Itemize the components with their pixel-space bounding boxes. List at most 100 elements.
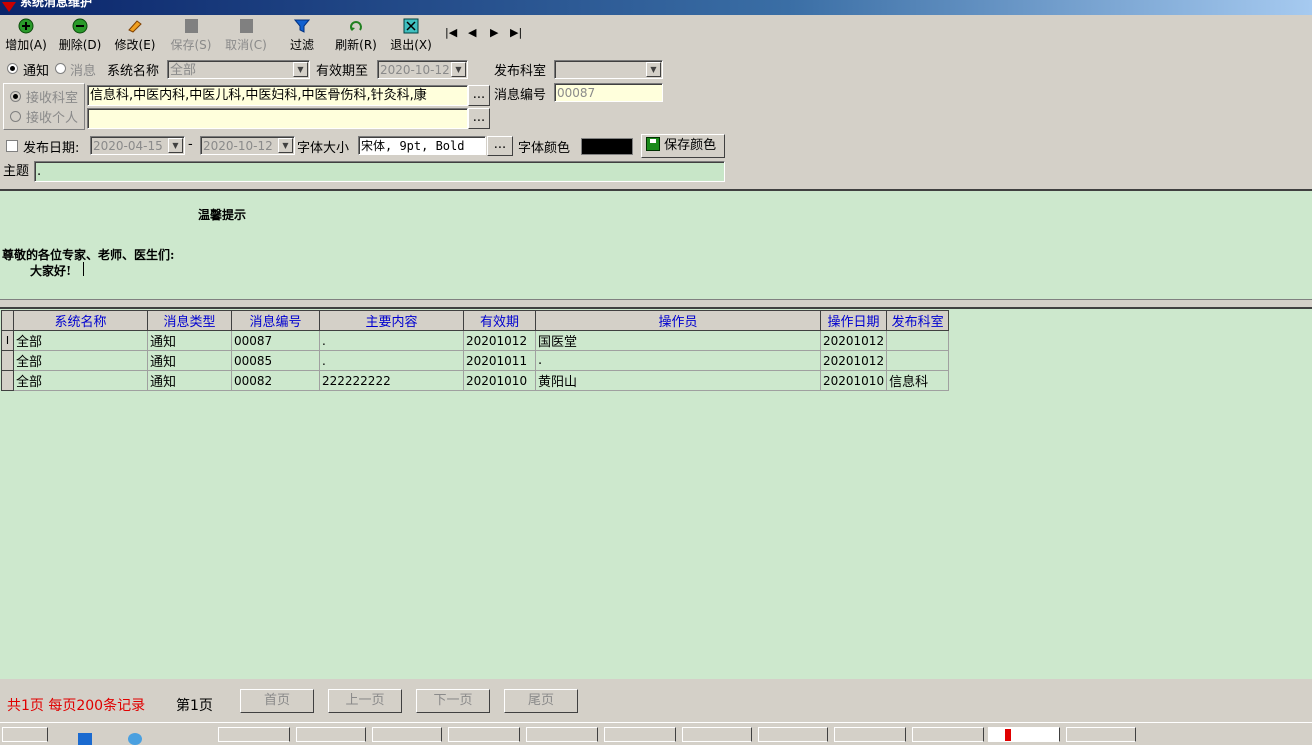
recv-dept-browse-button[interactable]: ... <box>468 85 490 106</box>
taskbar-item-active[interactable] <box>988 727 1060 742</box>
cell[interactable]: . <box>319 330 464 351</box>
cell[interactable]: 20201011 <box>463 350 536 371</box>
col-message-type[interactable]: 消息类型 <box>147 310 232 331</box>
col-system-name[interactable]: 系统名称 <box>13 310 148 331</box>
subject-field[interactable]: . <box>34 161 725 182</box>
recv-dept-field[interactable]: 信息科,中医内科,中医儿科,中医妇科,中医骨伤科,针灸科,康 <box>87 85 468 106</box>
cell[interactable]: 通知 <box>147 330 232 351</box>
cell[interactable] <box>886 330 950 351</box>
chevron-down-icon: ▼ <box>278 138 293 153</box>
table-row[interactable]: I 全部 通知 00087 . 20201012 国医堂 20201012 <box>1 330 950 351</box>
next-record-icon[interactable]: ▶ <box>490 26 498 39</box>
col-publish-dept[interactable]: 发布科室 <box>886 310 950 331</box>
font-browse-button[interactable]: ... <box>487 136 513 156</box>
recv-dept-radio[interactable] <box>10 91 21 102</box>
cell[interactable]: 全部 <box>13 370 148 391</box>
font-color-label: 字体颜色 <box>518 141 571 156</box>
col-op-date[interactable]: 操作日期 <box>819 310 888 331</box>
taskbar-item[interactable] <box>526 727 598 742</box>
valid-until-field[interactable]: 2020-10-12 ▼ <box>377 60 468 79</box>
cell[interactable]: 20201012 <box>819 330 888 351</box>
edit-button[interactable]: 修改(E) <box>110 18 160 53</box>
filter-button[interactable]: 过滤 <box>277 18 327 53</box>
cell[interactable]: 通知 <box>147 350 232 371</box>
cell[interactable]: 00085 <box>231 350 320 371</box>
message-grid: 系统名称 消息类型 消息编号 主要内容 有效期 操作员 操作日期 发布科室 I … <box>0 307 1312 679</box>
editor-heading: 温馨提示 <box>198 208 247 222</box>
cancel-button[interactable]: 取消(C) <box>221 18 271 53</box>
first-record-icon[interactable]: |◀ <box>445 26 457 39</box>
cell[interactable]: 20201010 <box>463 370 536 391</box>
recv-person-field[interactable] <box>87 108 468 129</box>
delete-button[interactable]: 删除(D) <box>55 18 105 53</box>
message-editor[interactable]: 温馨提示 尊敬的各位专家、老师、医生们: 大家好! <box>0 189 1312 300</box>
notice-radio[interactable] <box>7 63 18 74</box>
col-content[interactable]: 主要内容 <box>319 310 464 331</box>
cell[interactable]: . <box>319 350 464 371</box>
taskbar-item[interactable] <box>758 727 828 742</box>
cancel-icon <box>238 18 254 34</box>
publish-date-checkbox[interactable] <box>6 140 18 152</box>
taskbar-item[interactable] <box>834 727 906 742</box>
system-name-select[interactable]: 全部 ▼ <box>167 60 310 79</box>
cell[interactable]: 00087 <box>231 330 320 351</box>
taskbar-item[interactable] <box>912 727 984 742</box>
prev-record-icon[interactable]: ◀ <box>468 26 476 39</box>
taskbar-item[interactable] <box>604 727 676 742</box>
taskbar-item[interactable] <box>1066 727 1136 742</box>
save-color-button[interactable]: 保存颜色 <box>641 134 725 158</box>
start-button[interactable] <box>2 727 48 742</box>
cell[interactable]: 20201012 <box>463 330 536 351</box>
font-field[interactable]: 宋体, 9pt, Bold <box>358 136 486 155</box>
chevron-down-icon: ▼ <box>168 138 183 153</box>
chevron-down-icon: ▼ <box>646 62 661 77</box>
table-row[interactable]: 全部 通知 00082 222222222 20201010 黄阳山 20201… <box>1 370 950 391</box>
recv-person-radio[interactable] <box>10 111 21 122</box>
cell[interactable]: . <box>535 350 821 371</box>
add-button[interactable]: 增加(A) <box>1 18 51 53</box>
edit-icon <box>127 18 143 34</box>
app-icon[interactable] <box>78 733 92 745</box>
first-page-button[interactable]: 首页 <box>240 689 314 713</box>
title-bar: 系统消息维护 <box>0 0 1312 15</box>
recv-person-browse-button[interactable]: ... <box>468 108 490 129</box>
exit-button[interactable]: 退出(X) <box>386 18 436 53</box>
refresh-button[interactable]: 刷新(R) <box>331 18 381 53</box>
cell[interactable]: 20201010 <box>819 370 888 391</box>
taskbar-item[interactable] <box>296 727 366 742</box>
cell[interactable]: 全部 <box>13 330 148 351</box>
cell[interactable]: 222222222 <box>319 370 464 391</box>
browser-icon[interactable] <box>128 733 142 745</box>
taskbar-item[interactable] <box>218 727 290 742</box>
cell[interactable]: 全部 <box>13 350 148 371</box>
publish-dept-select[interactable]: ▼ <box>554 60 663 79</box>
prev-page-button[interactable]: 上一页 <box>328 689 402 713</box>
col-operator[interactable]: 操作员 <box>535 310 821 331</box>
taskbar-item[interactable] <box>682 727 752 742</box>
floppy-icon <box>646 137 660 151</box>
cell[interactable] <box>886 350 950 371</box>
font-color-swatch[interactable] <box>581 138 633 155</box>
col-message-no[interactable]: 消息编号 <box>231 310 320 331</box>
date-from-field[interactable]: 2020-04-15 ▼ <box>90 136 185 155</box>
date-to-field[interactable]: 2020-10-12 ▼ <box>200 136 295 155</box>
msg-no-field[interactable]: 00087 <box>554 83 663 102</box>
cell[interactable]: 黄阳山 <box>535 370 821 391</box>
last-page-button[interactable]: 尾页 <box>504 689 578 713</box>
cell[interactable]: 20201012 <box>819 350 888 371</box>
cell[interactable]: 国医堂 <box>535 330 821 351</box>
save-button[interactable]: 保存(S) <box>166 18 216 53</box>
taskbar-item[interactable] <box>448 727 520 742</box>
table-row[interactable]: 全部 通知 00085 . 20201011 . 20201012 <box>1 350 950 371</box>
app-icon <box>2 2 16 12</box>
taskbar-item[interactable] <box>372 727 442 742</box>
last-record-icon[interactable]: ▶| <box>510 26 522 39</box>
cell[interactable]: 信息科 <box>886 370 950 391</box>
col-valid-until[interactable]: 有效期 <box>463 310 536 331</box>
next-page-button[interactable]: 下一页 <box>416 689 490 713</box>
window-title: 系统消息维护 <box>20 0 93 9</box>
cell[interactable]: 00082 <box>231 370 320 391</box>
cell[interactable]: 通知 <box>147 370 232 391</box>
row-indicator <box>1 350 14 371</box>
message-radio[interactable] <box>55 63 66 74</box>
